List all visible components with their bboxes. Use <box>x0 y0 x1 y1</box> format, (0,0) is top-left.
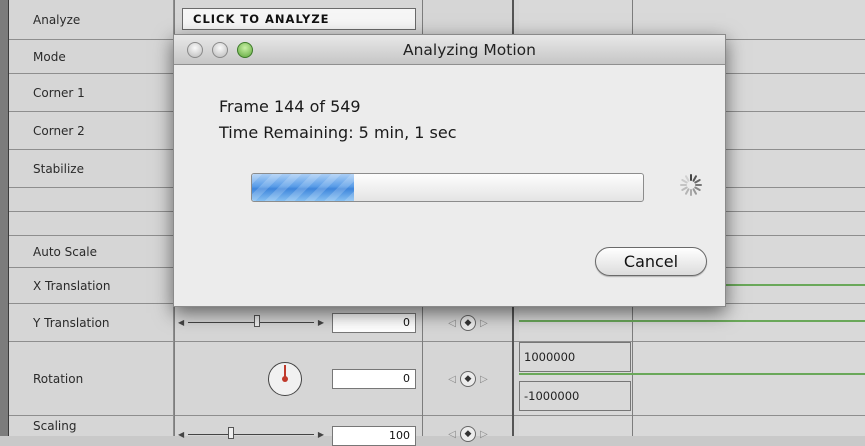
row-label <box>9 212 174 235</box>
row-label: Auto Scale <box>9 236 174 267</box>
rotation-dial[interactable] <box>268 362 302 396</box>
add-keyframe-icon[interactable]: ◆ <box>460 371 476 387</box>
graph-curve-y <box>519 320 865 322</box>
scaling-keyframe-controls[interactable]: ◁ ◆ ▷ <box>433 424 503 444</box>
next-keyframe-icon[interactable]: ▷ <box>480 429 488 440</box>
slider-left-arrow-icon[interactable]: ◀ <box>178 318 184 328</box>
next-keyframe-icon[interactable]: ▷ <box>480 318 488 329</box>
click-to-analyze-button[interactable]: CLICK TO ANALYZE <box>182 8 416 30</box>
y-translation-keyframe-controls[interactable]: ◁ ◆ ▷ <box>433 313 503 333</box>
rotation-value-field[interactable]: 0 <box>332 369 416 389</box>
slider-track <box>188 434 314 435</box>
rotation-keyframe-controls[interactable]: ◁ ◆ ▷ <box>433 369 503 389</box>
slider-right-arrow-icon[interactable]: ▶ <box>318 318 324 328</box>
frame-status-text: Frame 144 of 549 <box>219 97 361 116</box>
row-label: Analyze <box>9 0 174 39</box>
scaling-slider[interactable]: ◀ ▶ <box>178 427 324 440</box>
scaling-value-field[interactable]: 100 <box>332 426 416 446</box>
slider-right-arrow-icon[interactable]: ▶ <box>318 430 324 440</box>
panel-edge <box>0 0 9 436</box>
row-label: Stabilize <box>9 150 174 187</box>
previous-keyframe-icon[interactable]: ◁ <box>448 318 456 329</box>
activity-spinner-icon <box>680 174 702 196</box>
slider-thumb[interactable] <box>254 315 260 327</box>
slider-track <box>188 322 314 323</box>
row-label: Corner 2 <box>9 112 174 149</box>
dialog-title: Analyzing Motion <box>403 41 536 59</box>
cancel-button[interactable]: Cancel <box>595 247 707 276</box>
progress-bar <box>251 173 644 202</box>
graph-max-label: 1000000 <box>519 342 631 372</box>
row-label: Mode <box>9 40 174 73</box>
row-label: Corner 1 <box>9 74 174 111</box>
previous-keyframe-icon[interactable]: ◁ <box>448 374 456 385</box>
y-translation-slider[interactable]: ◀ ▶ <box>178 315 324 328</box>
dial-hub <box>282 376 288 382</box>
dialog-titlebar[interactable]: Analyzing Motion <box>174 35 725 65</box>
row-label <box>9 188 174 211</box>
add-keyframe-icon[interactable]: ◆ <box>460 315 476 331</box>
graph-curve-rotation <box>519 373 865 375</box>
row-label: Y Translation <box>9 304 174 341</box>
row-label: Rotation <box>9 342 174 415</box>
analyzing-motion-dialog: Analyzing Motion Frame 144 of 549 Time R… <box>173 34 726 307</box>
slider-thumb[interactable] <box>228 427 234 439</box>
row-label: Scaling <box>9 416 174 436</box>
add-keyframe-icon[interactable]: ◆ <box>460 426 476 442</box>
next-keyframe-icon[interactable]: ▷ <box>480 374 488 385</box>
progress-bar-fill <box>252 174 354 201</box>
slider-left-arrow-icon[interactable]: ◀ <box>178 430 184 440</box>
y-translation-value-field[interactable]: 0 <box>332 313 416 333</box>
row-label: X Translation <box>9 268 174 303</box>
graph-min-label: -1000000 <box>519 381 631 411</box>
previous-keyframe-icon[interactable]: ◁ <box>448 429 456 440</box>
time-remaining-text: Time Remaining: 5 min, 1 sec <box>219 123 457 142</box>
